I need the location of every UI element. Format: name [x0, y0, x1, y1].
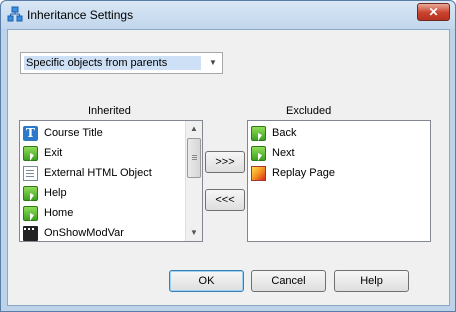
scroll-up-icon[interactable]: ▲ [186, 121, 202, 137]
item-label: Course Title [44, 127, 103, 139]
list-item[interactable]: Replay Page [251, 163, 411, 183]
list-item[interactable]: Back [251, 123, 411, 143]
window-title: Inheritance Settings [27, 8, 134, 22]
scroll-down-icon[interactable]: ▼ [186, 225, 202, 241]
excluded-list[interactable]: Back Next Replay Page [247, 120, 431, 242]
button-icon [23, 185, 38, 201]
inherited-label: Inherited [88, 105, 131, 117]
inheritance-mode-value: Specific objects from parents [24, 56, 201, 70]
variable-icon [23, 225, 38, 241]
text-icon: T [23, 125, 38, 141]
item-label: OnShowModVar [44, 227, 124, 239]
inherited-list[interactable]: T Course Title Exit External HTML Object… [19, 120, 203, 242]
chevron-down-icon[interactable]: ▼ [206, 55, 220, 71]
list-item[interactable]: OnShowModVar [23, 223, 183, 243]
help-button[interactable]: Help [334, 270, 409, 292]
item-label: Home [44, 207, 74, 219]
list-item[interactable]: External HTML Object [23, 163, 183, 183]
list-item[interactable]: Next [251, 143, 411, 163]
item-label: Replay Page [272, 167, 335, 179]
list-item[interactable]: T Course Title [23, 123, 183, 143]
item-label: Exit [44, 147, 63, 159]
list-item[interactable]: Exit [23, 143, 183, 163]
item-label: Next [272, 147, 295, 159]
close-button[interactable]: ✕ [417, 3, 450, 21]
title-bar[interactable]: Inheritance Settings ✕ [1, 1, 455, 29]
dialog-window: Inheritance Settings ✕ Specific objects … [0, 0, 456, 312]
html-object-icon [23, 165, 38, 181]
button-icon [23, 205, 38, 221]
list-item[interactable]: Home [23, 203, 183, 223]
cancel-button[interactable]: Cancel [251, 270, 326, 292]
item-label: Help [44, 187, 67, 199]
hierarchy-icon [7, 6, 23, 22]
button-icon [251, 125, 266, 141]
move-to-excluded-button[interactable]: >>> [205, 151, 245, 173]
button-icon [23, 145, 38, 161]
grip-icon [192, 155, 197, 156]
move-to-inherited-button[interactable]: <<< [205, 189, 245, 211]
ok-button[interactable]: OK [169, 270, 244, 292]
scroll-thumb[interactable] [187, 138, 201, 178]
inheritance-mode-select[interactable]: Specific objects from parents ▼ [20, 52, 223, 74]
button-icon [251, 145, 266, 161]
excluded-label: Excluded [286, 105, 332, 117]
replay-page-icon [251, 165, 266, 181]
close-icon: ✕ [428, 5, 439, 19]
list-item[interactable]: Help [23, 183, 183, 203]
item-label: Back [272, 127, 297, 139]
dialog-body: Specific objects from parents ▼ Inherite… [7, 29, 450, 306]
item-label: External HTML Object [44, 167, 152, 179]
vertical-scrollbar[interactable]: ▲ ▼ [185, 121, 202, 241]
